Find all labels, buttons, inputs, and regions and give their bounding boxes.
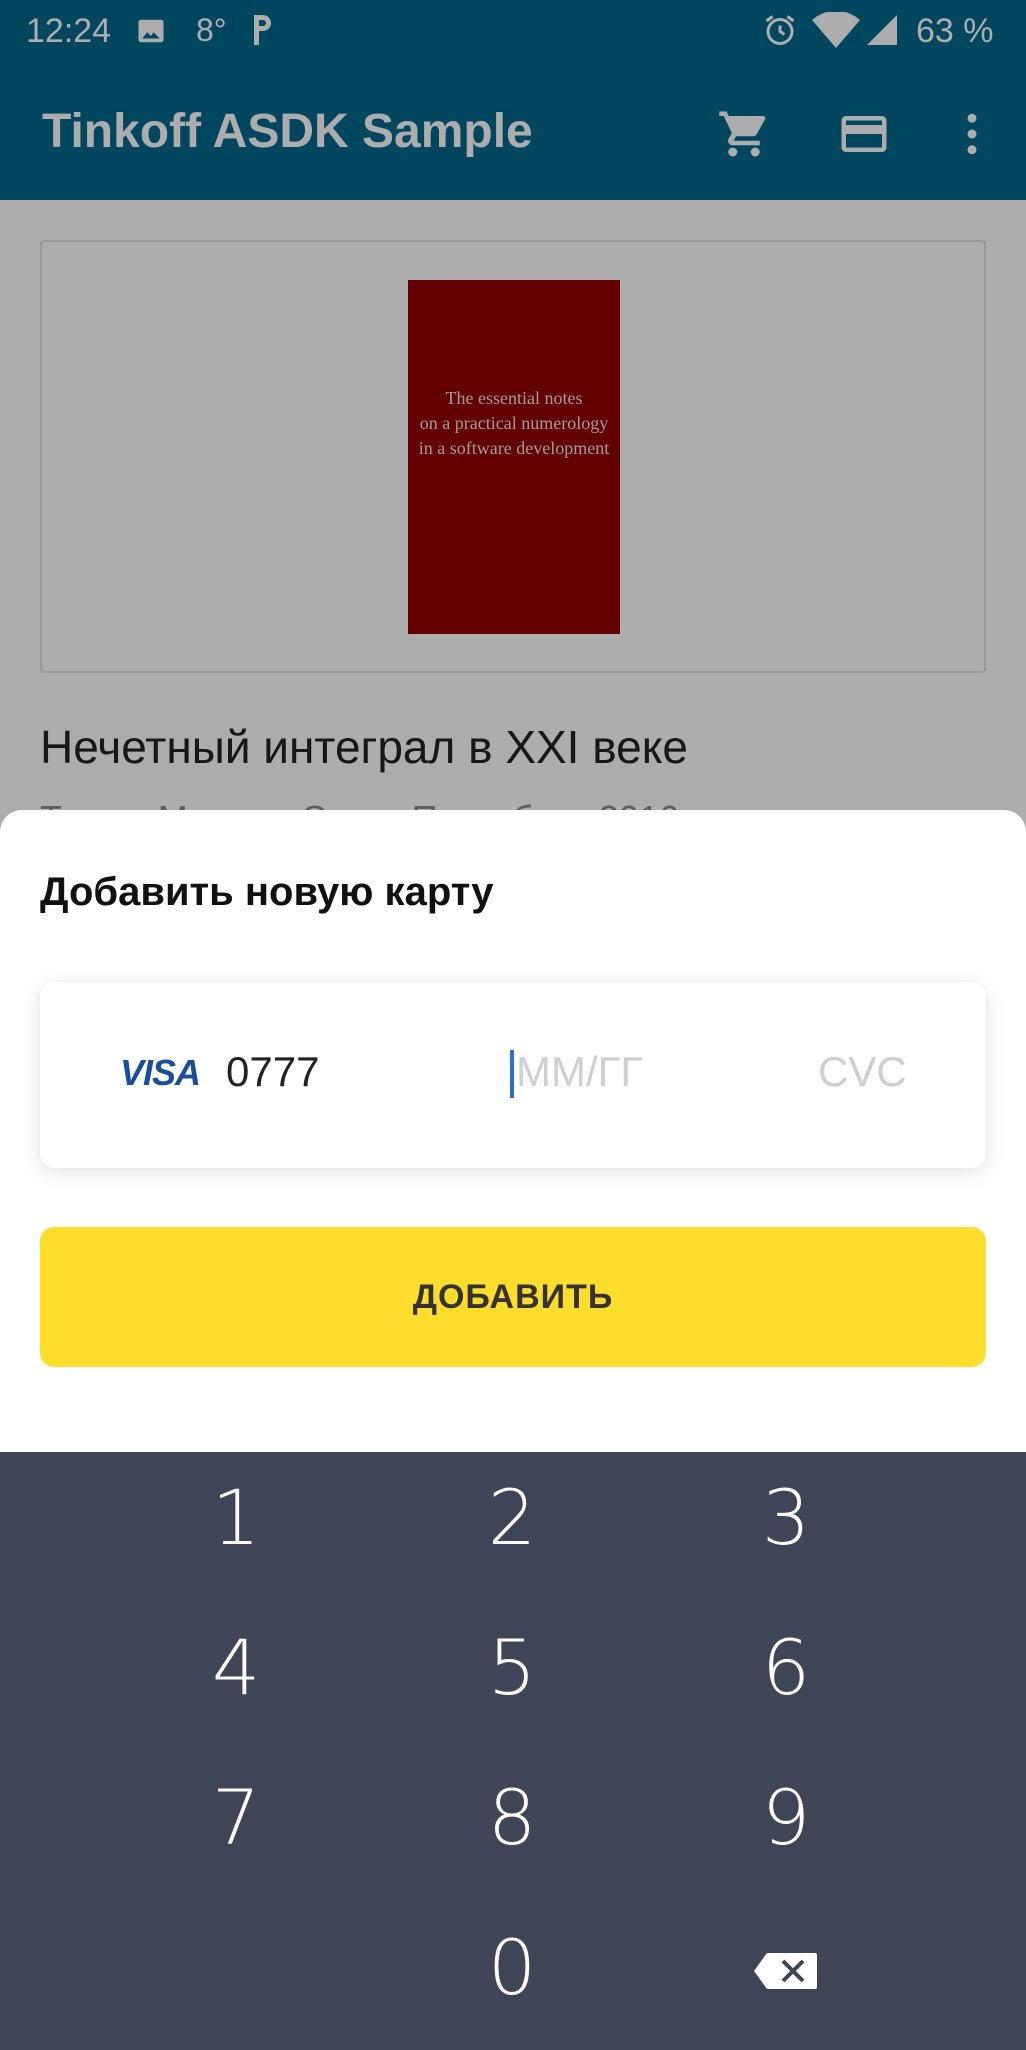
backspace-button[interactable]	[686, 1906, 886, 2036]
sheet-title: Добавить новую карту	[40, 870, 494, 914]
card-input-field: VISA 0777 ММ/ГГ CVC	[40, 982, 986, 1168]
numeric-keypad: 1 2 3 4 5 6 7 8 9 0	[0, 1452, 1026, 2050]
expiry-placeholder: ММ/ГГ	[516, 1048, 644, 1095]
key-7[interactable]: 7	[136, 1752, 336, 1882]
key-0[interactable]: 0	[412, 1902, 612, 2032]
key-1[interactable]: 1	[136, 1452, 336, 1582]
key-4[interactable]: 4	[136, 1602, 336, 1732]
key-2[interactable]: 2	[412, 1452, 612, 1582]
text-cursor	[510, 1050, 514, 1098]
add-card-button[interactable]: ДОБАВИТЬ	[40, 1227, 986, 1367]
visa-logo: VISA	[120, 1052, 201, 1093]
card-number-input[interactable]: 0777	[226, 1048, 319, 1096]
key-6[interactable]: 6	[686, 1602, 886, 1732]
key-5[interactable]: 5	[412, 1602, 612, 1732]
key-9[interactable]: 9	[686, 1752, 886, 1882]
expiry-input[interactable]: ММ/ГГ	[510, 1048, 710, 1102]
cvc-input[interactable]: CVC	[818, 1048, 907, 1096]
key-8[interactable]: 8	[412, 1752, 612, 1882]
backspace-icon	[754, 1953, 817, 1989]
key-3[interactable]: 3	[686, 1452, 886, 1582]
